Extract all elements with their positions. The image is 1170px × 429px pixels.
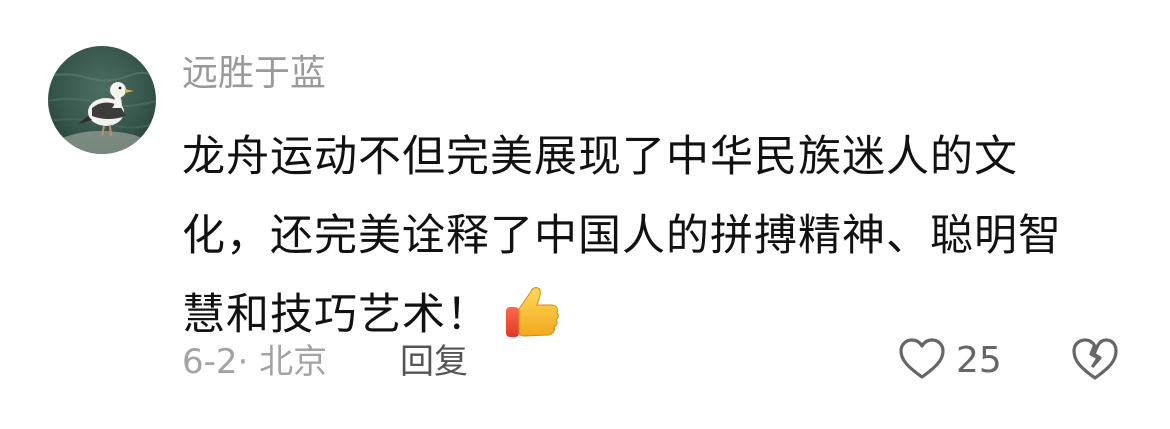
thumbs-up-icon xyxy=(504,283,562,341)
like-count: 25 xyxy=(956,340,1002,381)
comment-item: 远胜于蓝 龙舟运动不但完美展现了中华民族迷人的文化，还完美诠释了中国人的拼搏精神… xyxy=(0,0,1170,429)
seagull-avatar-image xyxy=(48,46,156,154)
comment-text: 龙舟运动不但完美展现了中华民族迷人的文化，还完美诠释了中国人的拼搏精神、聪明智慧… xyxy=(182,118,1092,355)
heart-outline-icon xyxy=(898,337,946,385)
reply-button[interactable]: 回复 xyxy=(400,340,468,384)
like-button[interactable]: 25 xyxy=(898,336,1002,386)
dislike-button[interactable] xyxy=(1070,336,1120,386)
date-location: 6-2· 北京 xyxy=(182,342,328,382)
broken-heart-icon xyxy=(1070,338,1120,386)
comment-text-content: 龙舟运动不但完美展现了中华民族迷人的文化，还完美诠释了中国人的拼搏精神、聪明智慧… xyxy=(182,132,1062,340)
username[interactable]: 远胜于蓝 xyxy=(182,52,326,96)
avatar[interactable] xyxy=(48,46,156,154)
